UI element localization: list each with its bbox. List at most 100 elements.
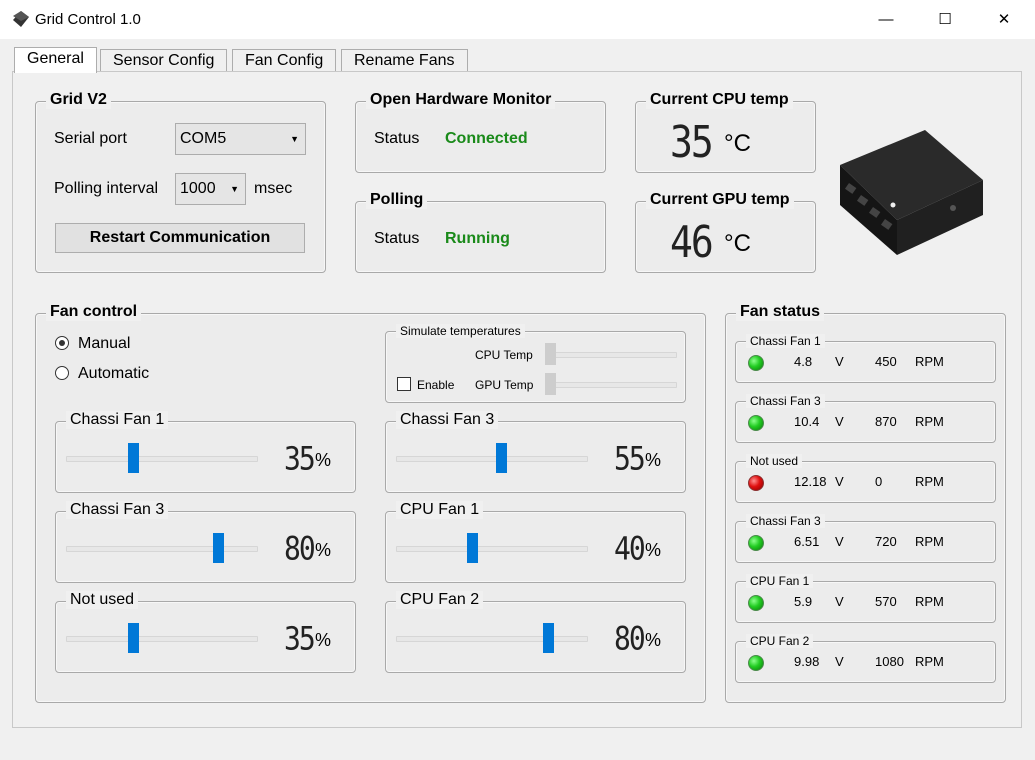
fan-percent-unit: % <box>645 630 662 650</box>
rpm-unit: RPM <box>915 474 944 489</box>
fan-slider-track <box>396 546 588 552</box>
fan-status-item: Chassi Fan 3 10.4 V 870 RPM <box>735 394 996 443</box>
fan-name: Chassi Fan 3 <box>66 501 169 519</box>
fan-slider-thumb[interactable] <box>543 623 554 653</box>
fan-percent-value: 40 <box>614 529 646 568</box>
serial-port-label: Serial port <box>54 130 127 147</box>
fan-slider-thumb[interactable] <box>213 533 224 563</box>
status-led-icon <box>748 415 764 431</box>
sim-gpu-slider[interactable] <box>545 373 556 395</box>
fan-status-name: Chassi Fan 3 <box>746 394 825 408</box>
fan-rpm: 1080 <box>875 654 904 669</box>
fan-voltage: 12.18 <box>794 474 827 489</box>
rpm-unit: RPM <box>915 414 944 429</box>
ohm-status-label: Status <box>374 130 420 147</box>
tab-fan-config[interactable]: Fan Config <box>232 49 337 72</box>
minimize-icon: — <box>878 10 894 28</box>
fan-voltage: 5.9 <box>794 594 813 609</box>
restart-communication-button[interactable]: Restart Communication <box>55 223 305 253</box>
voltage-unit: V <box>835 354 844 369</box>
polling-interval-select[interactable]: 1000 ▼ <box>175 173 246 205</box>
status-led-icon <box>748 355 764 371</box>
automatic-label: Automatic <box>78 365 150 382</box>
close-icon: ✕ <box>997 11 1011 28</box>
serial-port-value: COM5 <box>180 130 227 147</box>
serial-port-select[interactable]: COM5 ▼ <box>175 123 306 155</box>
fan-slider-track <box>66 546 258 552</box>
enable-checkbox[interactable] <box>397 377 411 391</box>
fan-name: Chassi Fan 1 <box>66 411 169 429</box>
fan-status-name: CPU Fan 2 <box>746 634 814 648</box>
fan-status-item: Chassi Fan 1 4.8 V 450 RPM <box>735 334 996 383</box>
fan-slider-thumb[interactable] <box>496 443 507 473</box>
rpm-unit: RPM <box>915 594 944 609</box>
fan-slider-thumb[interactable] <box>467 533 478 563</box>
group-title: Fan control <box>46 303 142 321</box>
cpu-temp-value: 35 <box>670 116 714 168</box>
title-bar[interactable]: Grid Control 1.0 — ☐ ✕ <box>0 0 1035 39</box>
status-led-icon <box>748 595 764 611</box>
ohm-group: Open Hardware Monitor Status Connected <box>355 91 606 173</box>
gpu-temp-group: Current GPU temp 46 °C <box>635 191 816 273</box>
tab-sensor-config[interactable]: Sensor Config <box>100 49 228 72</box>
maximize-button[interactable]: ☐ <box>916 0 974 38</box>
fan-percent-value: 35 <box>284 619 316 658</box>
ohm-status-value: Connected <box>445 130 528 147</box>
fan-slider-track <box>66 456 258 462</box>
fan-rpm: 570 <box>875 594 897 609</box>
fan-name: CPU Fan 1 <box>396 501 484 519</box>
automatic-radio[interactable] <box>55 366 69 380</box>
fan-status-name: Chassi Fan 1 <box>746 334 825 348</box>
sim-cpu-label: CPU Temp <box>475 348 533 362</box>
tab-label: Rename Fans <box>354 52 455 69</box>
fan-percent-unit: % <box>645 450 662 470</box>
fan-name: CPU Fan 2 <box>396 591 484 609</box>
fan-name: Not used <box>66 591 139 609</box>
fan-rpm: 720 <box>875 534 897 549</box>
grid-device-icon <box>13 11 29 27</box>
rpm-unit: RPM <box>915 534 944 549</box>
fan-percent-unit: % <box>315 540 332 560</box>
status-led-icon <box>748 655 764 671</box>
voltage-unit: V <box>835 534 844 549</box>
grid-v2-group: Grid V2 Serial port COM5 ▼ Polling inter… <box>35 91 326 273</box>
group-title: Open Hardware Monitor <box>366 91 556 109</box>
fan-percent-value: 80 <box>284 529 316 568</box>
voltage-unit: V <box>835 594 844 609</box>
fan-slider-thumb[interactable] <box>128 623 139 653</box>
window-title: Grid Control 1.0 <box>35 11 141 28</box>
tab-general[interactable]: General <box>14 47 97 73</box>
fan-status-item: CPU Fan 1 5.9 V 570 RPM <box>735 574 996 623</box>
voltage-unit: V <box>835 474 844 489</box>
chevron-down-icon: ▼ <box>230 184 239 194</box>
close-button[interactable]: ✕ <box>975 0 1033 38</box>
fan-slider-box: Chassi Fan 1 35 % <box>55 411 356 493</box>
fan-percent-value: 35 <box>284 439 316 478</box>
enable-label: Enable <box>417 378 455 392</box>
fan-rpm: 450 <box>875 354 897 369</box>
fan-slider-box: Chassi Fan 3 80 % <box>55 501 356 583</box>
group-title: Current CPU temp <box>646 91 793 109</box>
fan-percent-unit: % <box>315 630 332 650</box>
manual-radio[interactable] <box>55 336 69 350</box>
grid-controller-image <box>840 130 983 255</box>
fan-percent-value: 55 <box>614 439 646 478</box>
gpu-temp-unit: °C <box>724 230 751 257</box>
fan-status-item: Chassi Fan 3 6.51 V 720 RPM <box>735 514 996 563</box>
fan-status-name: Not used <box>746 454 803 468</box>
sim-cpu-slider[interactable] <box>545 343 556 365</box>
minimize-button[interactable]: — <box>857 0 915 38</box>
fan-percent-unit: % <box>315 450 332 470</box>
tab-label: Fan Config <box>245 52 324 69</box>
fan-slider-box: Not used 35 % <box>55 591 356 673</box>
tab-rename-fans[interactable]: Rename Fans <box>341 49 468 72</box>
polling-group: Polling Status Running <box>355 191 606 273</box>
fan-slider-thumb[interactable] <box>128 443 139 473</box>
fan-status-name: Chassi Fan 3 <box>746 514 825 528</box>
tab-label: Sensor Config <box>113 52 215 69</box>
fan-slider-track <box>66 636 258 642</box>
fan-slider-box: CPU Fan 1 40 % <box>385 501 686 583</box>
fan-status-item: Not used 12.18 V 0 RPM <box>735 454 996 503</box>
gpu-temp-value: 46 <box>670 216 714 268</box>
fan-name: Chassi Fan 3 <box>396 411 499 429</box>
